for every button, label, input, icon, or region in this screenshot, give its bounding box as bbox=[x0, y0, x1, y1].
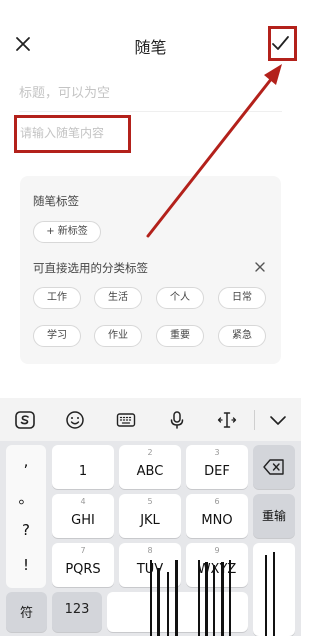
toolbar-divider bbox=[254, 410, 255, 430]
emoji-icon[interactable] bbox=[64, 409, 86, 431]
category-chip[interactable]: 工作 bbox=[33, 287, 81, 309]
question-key[interactable]: ? bbox=[6, 521, 46, 539]
render-glitch bbox=[213, 565, 215, 636]
backspace-icon bbox=[263, 459, 284, 475]
render-glitch bbox=[265, 555, 267, 636]
chevron-down-icon[interactable] bbox=[267, 409, 289, 431]
annotation-box-content bbox=[14, 115, 131, 153]
key-1[interactable]: 1 bbox=[52, 445, 114, 489]
annotation-box-confirm bbox=[268, 26, 297, 61]
key-ghi[interactable]: 4 GHI bbox=[52, 494, 114, 538]
new-tag-button[interactable]: + 新标签 bbox=[33, 221, 101, 243]
keyboard-icon[interactable] bbox=[115, 409, 137, 431]
category-chip[interactable]: 个人 bbox=[156, 287, 204, 309]
render-glitch bbox=[221, 562, 224, 636]
render-glitch bbox=[198, 560, 200, 636]
key-wxyz[interactable]: 9 WXYZ bbox=[186, 543, 248, 587]
comma-key[interactable]: , bbox=[6, 452, 46, 470]
input-method-logo-icon[interactable] bbox=[14, 409, 36, 431]
category-chip[interactable]: 日常 bbox=[218, 287, 266, 309]
symbol-key[interactable]: 符 bbox=[6, 592, 47, 632]
render-glitch bbox=[229, 560, 231, 636]
key-abc[interactable]: 2 ABC bbox=[119, 445, 181, 489]
numeric-key[interactable]: 123 bbox=[52, 592, 102, 632]
render-glitch bbox=[205, 562, 208, 636]
category-chip[interactable]: 学习 bbox=[33, 325, 81, 347]
close-icon[interactable] bbox=[253, 260, 267, 274]
key-jkl[interactable]: 5 JKL bbox=[119, 494, 181, 538]
render-glitch bbox=[273, 552, 275, 636]
category-chip[interactable]: 作业 bbox=[94, 325, 142, 347]
render-glitch bbox=[167, 572, 169, 636]
category-chip[interactable]: 重要 bbox=[156, 325, 204, 347]
render-glitch bbox=[175, 560, 178, 636]
tag-section-label: 随笔标签 bbox=[33, 194, 79, 208]
period-key[interactable]: 。 bbox=[6, 487, 46, 508]
microphone-icon[interactable] bbox=[166, 409, 188, 431]
key-mno[interactable]: 6 MNO bbox=[186, 494, 248, 538]
category-chip[interactable]: 紧急 bbox=[218, 325, 266, 347]
category-chip[interactable]: 生活 bbox=[94, 287, 142, 309]
backspace-key[interactable] bbox=[253, 445, 295, 489]
divider bbox=[19, 111, 282, 112]
render-glitch bbox=[157, 568, 160, 636]
category-tags-label: 可直接选用的分类标签 bbox=[33, 261, 148, 275]
keyboard-toolbar bbox=[0, 398, 301, 442]
key-def[interactable]: 3 DEF bbox=[186, 445, 248, 489]
title-input[interactable]: 标题，可以为空 bbox=[19, 82, 110, 101]
exclamation-key[interactable]: ! bbox=[6, 556, 46, 574]
re-enter-key[interactable]: 重输 bbox=[253, 494, 295, 538]
page-title: 随笔 bbox=[134, 38, 167, 57]
render-glitch bbox=[150, 560, 152, 636]
key-pqrs[interactable]: 7 PQRS bbox=[52, 543, 114, 587]
cursor-move-icon[interactable] bbox=[216, 409, 238, 431]
